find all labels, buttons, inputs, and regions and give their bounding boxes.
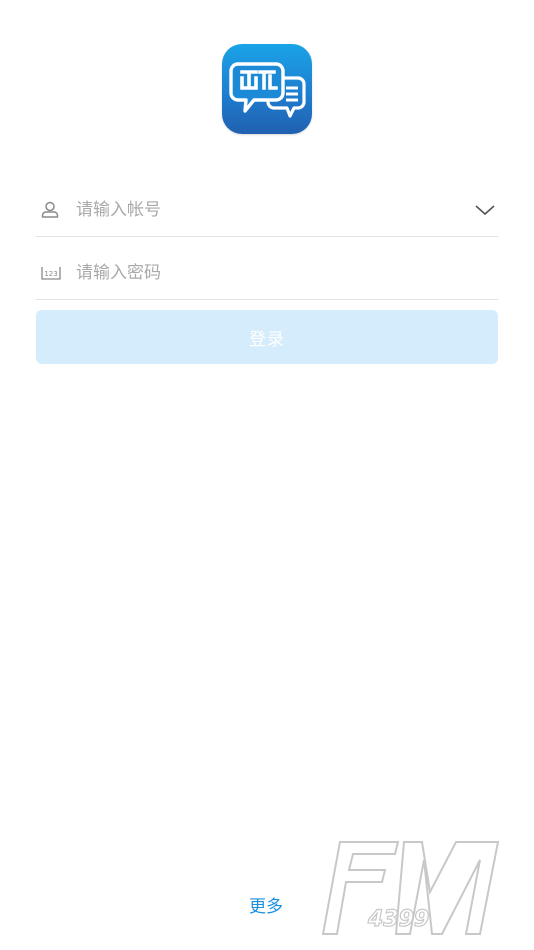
login-screen: 123 登录 更多 4399: [0, 0, 534, 950]
password-field: 123: [36, 237, 498, 300]
svg-text:4399: 4399: [367, 907, 429, 932]
login-button[interactable]: 登录: [36, 310, 498, 364]
chevron-down-icon[interactable]: [474, 202, 496, 216]
account-field: [36, 174, 498, 237]
user-icon: [40, 200, 60, 220]
app-logo-icon: [222, 44, 312, 134]
more-link[interactable]: 更多: [249, 892, 283, 917]
svg-text:123: 123: [44, 270, 57, 278]
fm4399-watermark: 4399: [321, 840, 502, 936]
password-input[interactable]: [76, 257, 456, 289]
account-input[interactable]: [76, 194, 456, 226]
keypad-123-icon: 123: [40, 263, 61, 283]
